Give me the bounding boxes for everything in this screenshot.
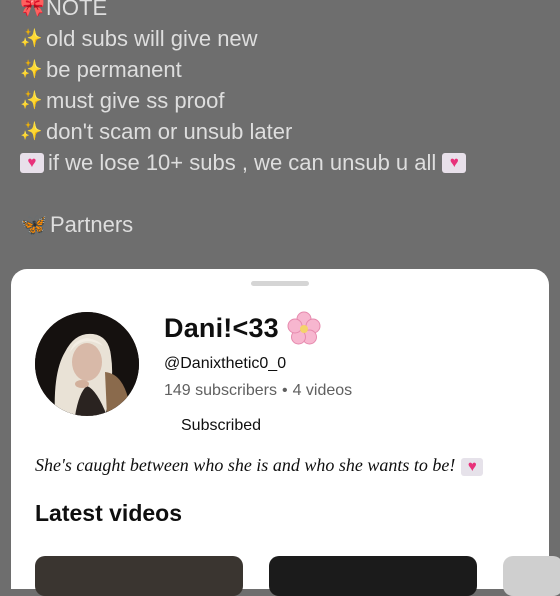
sparkles-icon: ✨ bbox=[20, 121, 43, 141]
heart-letter-icon: ♥ bbox=[461, 458, 484, 476]
post-line-warning: ♥ if we lose 10+ subs , we can unsub u a… bbox=[20, 147, 467, 178]
post-line-partners: 🦋 Partners bbox=[20, 209, 466, 240]
video-count: 4 videos bbox=[292, 382, 353, 399]
video-thumbnail[interactable] bbox=[269, 556, 477, 596]
video-thumbnail[interactable] bbox=[503, 556, 560, 596]
sparkles-icon: ✨ bbox=[20, 28, 43, 48]
channel-name-row: Dani!<33 bbox=[164, 311, 321, 345]
post-line-rule: ✨ must give ss proof bbox=[20, 85, 466, 116]
sparkles-icon: ✨ bbox=[20, 59, 43, 79]
channel-name: Dani!<33 bbox=[164, 312, 279, 343]
post-line-rule: ✨ be permanent bbox=[20, 54, 466, 85]
post-line-note: 🎀 NOTE bbox=[20, 0, 466, 23]
post-line-rule: ✨ old subs will give new bbox=[20, 23, 466, 54]
sparkles-icon: ✨ bbox=[20, 90, 43, 110]
channel-description: She's caught between who she is and who … bbox=[35, 455, 487, 476]
heart-letter-icon: ♥ bbox=[442, 152, 467, 173]
post-line-rule: ✨ don't scam or unsub later bbox=[20, 116, 466, 147]
channel-bottom-sheet: Dani!<33 @Danixthetic0_0 149 subscribers… bbox=[11, 269, 560, 596]
sheet-drag-handle[interactable] bbox=[251, 281, 309, 286]
butterfly-icon: 🦋 bbox=[20, 212, 48, 237]
heart-letter-icon: ♥ bbox=[20, 152, 44, 173]
channel-avatar[interactable] bbox=[35, 312, 139, 416]
background-community-post: 🎀 NOTE ✨ old subs will give new ✨ be per… bbox=[20, 0, 467, 240]
video-thumbnail[interactable] bbox=[35, 556, 243, 596]
stats-separator: • bbox=[281, 382, 288, 399]
channel-handle: @Danixthetic0_0 bbox=[164, 355, 287, 372]
latest-videos-heading: Latest videos bbox=[35, 500, 182, 526]
cherry-blossom-icon bbox=[287, 311, 321, 345]
subscribed-button[interactable]: Subscribed bbox=[171, 414, 271, 438]
channel-stats: 149 subscribers • 4 videos bbox=[164, 382, 352, 400]
subscriber-count: 149 subscribers bbox=[164, 382, 277, 399]
bow-icon: 🎀 bbox=[20, 0, 45, 18]
